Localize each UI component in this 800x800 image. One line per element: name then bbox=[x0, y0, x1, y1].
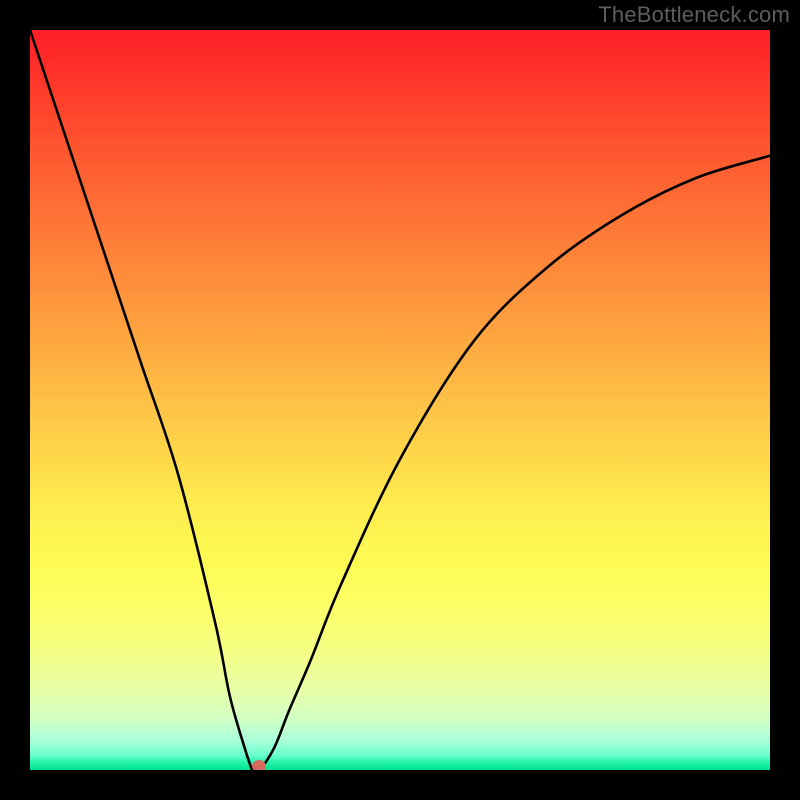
curve-path bbox=[30, 30, 770, 770]
bottleneck-curve bbox=[30, 30, 770, 770]
optimum-marker-icon bbox=[252, 760, 266, 770]
chart-frame: TheBottleneck.com bbox=[0, 0, 800, 800]
watermark-text: TheBottleneck.com bbox=[598, 2, 790, 28]
plot-area bbox=[30, 30, 770, 770]
